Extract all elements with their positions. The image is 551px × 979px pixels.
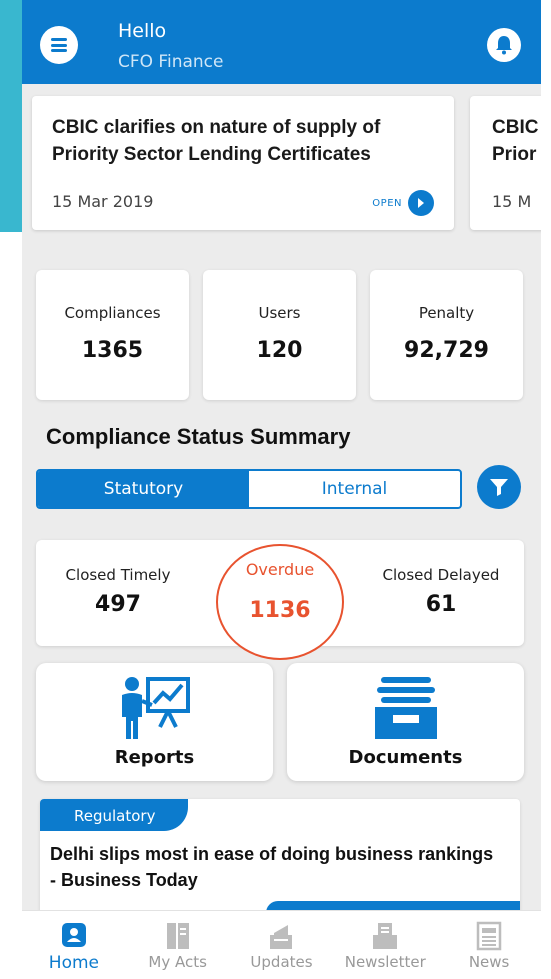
hamburger-icon [51, 38, 67, 52]
tab-statutory[interactable]: Statutory [38, 471, 249, 507]
stat-users[interactable]: Users 120 [203, 270, 356, 400]
nav-newsletter[interactable]: Newsletter [333, 911, 437, 979]
closed-timely-label: Closed Timely [65, 566, 171, 584]
open-news-button[interactable]: OPEN [372, 190, 434, 216]
nav-label: News [468, 953, 510, 971]
documents-label: Documents [348, 747, 463, 768]
documents-tile[interactable]: Documents [287, 663, 524, 781]
filter-icon [490, 479, 508, 496]
home-icon [22, 921, 126, 949]
organization-name: CFO Finance [118, 52, 224, 72]
nav-label: Newsletter [344, 953, 426, 971]
status-type-toggle: Statutory Internal [36, 469, 462, 509]
nav-news[interactable]: News [437, 911, 541, 979]
closed-delayed-label: Closed Delayed [382, 566, 500, 584]
regulatory-tag: Regulatory [40, 799, 188, 831]
reports-tile[interactable]: Reports [36, 663, 273, 781]
closed-timely[interactable]: Closed Timely 497 [58, 566, 178, 617]
tab-internal[interactable]: Internal [249, 471, 460, 507]
newsletter-icon [333, 921, 437, 951]
closed-timely-value: 497 [95, 592, 141, 617]
overdue-label: Overdue [245, 560, 315, 579]
reports-icon [36, 675, 273, 741]
news-carousel[interactable]: CBIC clarifies on nature of supply of Pr… [22, 96, 541, 232]
nav-label: Updates [250, 953, 313, 971]
news-card-date-partial: 15 M [492, 192, 532, 211]
news-card-next[interactable]: CBIC Prior 15 M [470, 96, 541, 230]
regulatory-news-title: Delhi slips most in ease of doing busine… [50, 844, 494, 890]
stat-value: 1365 [81, 338, 144, 363]
newspaper-icon [437, 921, 541, 951]
stat-compliances[interactable]: Compliances 1365 [36, 270, 189, 400]
overdue-circle[interactable]: Overdue 1136 [216, 544, 344, 660]
overdue-value: 1136 [249, 598, 311, 623]
nav-label: Home [48, 953, 99, 973]
closed-delayed-value: 61 [425, 592, 457, 617]
stat-value: 120 [256, 338, 303, 363]
notifications-button[interactable] [487, 28, 521, 62]
book-icon [126, 921, 230, 951]
news-card-title-partial: CBIC Prior [492, 117, 539, 165]
section-title: Compliance Status Summary [46, 424, 351, 449]
news-card-title: CBIC clarifies on nature of supply of Pr… [52, 117, 381, 165]
stat-penalty[interactable]: Penalty 92,729 [370, 270, 523, 400]
chevron-right-icon [408, 190, 434, 216]
greeting-text: Hello [118, 20, 167, 42]
regulatory-news-card[interactable]: Regulatory Delhi slips most in ease of d… [40, 799, 520, 919]
nav-label: My Acts [148, 953, 207, 971]
news-card[interactable]: CBIC clarifies on nature of supply of Pr… [32, 96, 454, 230]
nav-my-acts[interactable]: My Acts [126, 911, 230, 979]
stat-label: Compliances [64, 304, 161, 322]
open-label: OPEN [372, 197, 402, 209]
documents-icon [287, 675, 524, 741]
app-header: Hello CFO Finance [22, 0, 541, 84]
filter-button[interactable] [477, 465, 521, 509]
app-screen: Hello CFO Finance CBIC clarifies on natu… [22, 0, 541, 979]
stat-value: 92,729 [404, 338, 489, 363]
bell-icon [496, 36, 512, 55]
closed-delayed[interactable]: Closed Delayed 61 [376, 566, 506, 617]
nav-updates[interactable]: Updates [230, 911, 334, 979]
stat-label: Users [258, 304, 301, 322]
nav-home[interactable]: Home [22, 911, 126, 979]
menu-button[interactable] [40, 26, 78, 64]
stat-label: Penalty [418, 304, 475, 322]
bottom-navigation: Home My Acts Updates Newsletter News [22, 910, 541, 979]
reports-label: Reports [114, 747, 195, 768]
news-card-date: 15 Mar 2019 [52, 192, 154, 211]
megaphone-icon [230, 921, 334, 951]
